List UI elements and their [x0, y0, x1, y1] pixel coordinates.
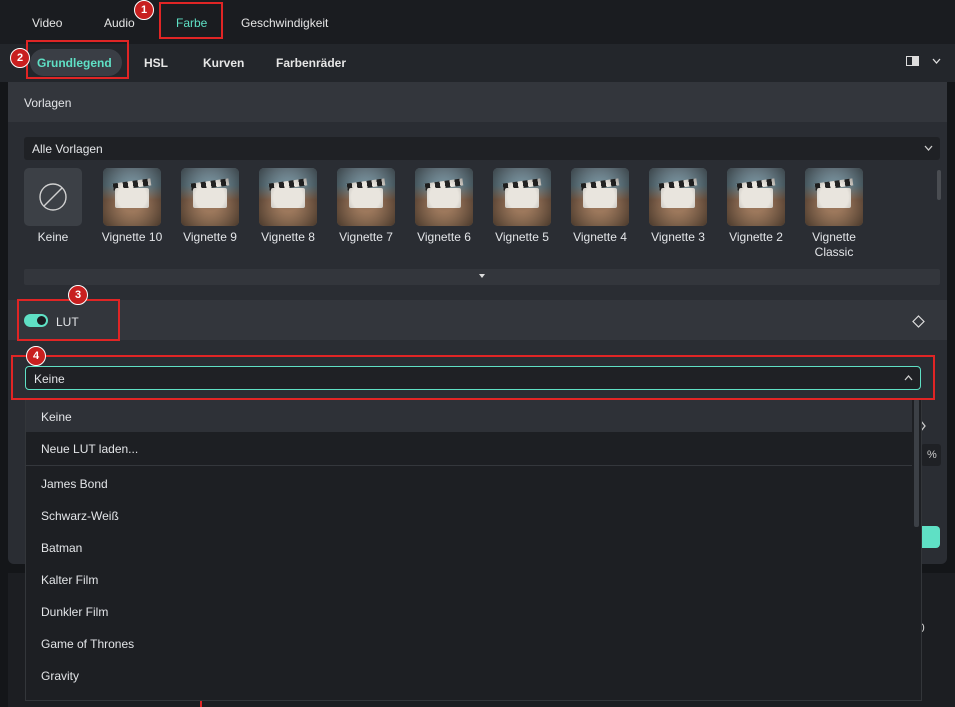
template-item[interactable]: Vignette 2	[726, 168, 786, 245]
subtab-hsl[interactable]: HSL	[144, 56, 168, 70]
lut-option-load[interactable]: Neue LUT laden...	[41, 442, 138, 456]
callout-box-lut-select	[11, 355, 935, 400]
callout-box-grundlegend	[26, 40, 129, 79]
tab-video[interactable]: Video	[32, 16, 62, 30]
vignette-thumbnail	[649, 168, 707, 226]
template-scrollbar[interactable]	[937, 170, 941, 200]
split-view-icon[interactable]	[906, 56, 920, 67]
lut-option[interactable]: James Bond	[41, 477, 108, 491]
no-effect-icon	[24, 168, 82, 226]
template-filter-select[interactable]: Alle Vorlagen	[24, 137, 940, 160]
template-item[interactable]: Vignette 10	[101, 168, 163, 245]
lut-option[interactable]: Game of Thrones	[41, 637, 134, 651]
percent-field[interactable]: %	[921, 444, 941, 466]
percent-label: %	[927, 449, 937, 461]
template-item[interactable]: Vignette Classic	[804, 168, 864, 260]
lut-option[interactable]: Schwarz-Weiß	[41, 509, 119, 523]
template-label: Keine	[37, 230, 69, 244]
vignette-thumbnail	[181, 168, 239, 226]
vignette-thumbnail	[415, 168, 473, 226]
template-item[interactable]: Vignette 4	[570, 168, 630, 245]
triangle-down-icon	[479, 274, 485, 278]
vignette-thumbnail	[103, 168, 161, 226]
vignette-thumbnail	[259, 168, 317, 226]
template-label: Vignette 6	[417, 230, 471, 244]
vignette-thumbnail	[337, 168, 395, 226]
tab-geschwindigkeit[interactable]: Geschwindigkeit	[241, 16, 328, 30]
template-item[interactable]: Vignette 9	[180, 168, 240, 245]
vorlagen-title: Vorlagen	[24, 96, 72, 110]
expand-templates-bar[interactable]	[24, 269, 940, 285]
lut-options: Keine Neue LUT laden... James Bond Schwa…	[25, 399, 920, 699]
template-label: Vignette 2	[729, 230, 783, 244]
vorlagen-header: Vorlagen	[8, 82, 947, 122]
vignette-thumbnail	[493, 168, 551, 226]
callout-badge: 2	[10, 48, 30, 68]
template-label-line2: Classic	[814, 245, 854, 259]
vignette-thumbnail	[727, 168, 785, 226]
template-label-line1: Vignette	[812, 230, 856, 244]
template-label: Vignette 5	[495, 230, 549, 244]
tab-audio[interactable]: Audio	[104, 16, 135, 30]
apply-button[interactable]	[920, 526, 940, 548]
template-item[interactable]: Keine	[23, 168, 83, 245]
template-label: Vignette 7	[339, 230, 393, 244]
callout-box-lut	[17, 299, 120, 341]
subtab-kurven[interactable]: Kurven	[203, 56, 244, 70]
subtab-farbenraeder[interactable]: Farbenräder	[276, 56, 346, 70]
template-label: Vignette 9	[183, 230, 237, 244]
template-label: Vignette 10	[101, 230, 163, 244]
callout-badge: 3	[68, 285, 88, 305]
template-filter-value: Alle Vorlagen	[32, 142, 103, 156]
vignette-thumbnail	[571, 168, 629, 226]
keyframe-diamond-icon[interactable]	[912, 315, 925, 328]
vignette-thumbnail	[805, 168, 863, 226]
template-label: Vignette 4	[573, 230, 627, 244]
template-item[interactable]: Vignette 5	[492, 168, 552, 245]
lut-option[interactable]: Gravity	[41, 669, 79, 683]
template-item[interactable]: Vignette 3	[648, 168, 708, 245]
lut-option[interactable]: Kalter Film	[41, 573, 98, 587]
template-label: Vignette 8	[261, 230, 315, 244]
callout-box-farbe	[159, 2, 223, 39]
chevron-down-icon[interactable]	[932, 58, 941, 65]
callout-badge: 4	[26, 346, 46, 366]
template-label: Vignette Classic	[804, 230, 864, 260]
template-label: Vignette 3	[651, 230, 705, 244]
lut-section-header	[8, 300, 947, 340]
callout-badge: 1	[134, 0, 154, 20]
template-item[interactable]: Vignette 6	[414, 168, 474, 245]
chevron-down-icon	[924, 145, 933, 151]
lut-option[interactable]: Dunkler Film	[41, 605, 108, 619]
template-item[interactable]: Vignette 8	[258, 168, 318, 245]
template-item[interactable]: Vignette 7	[336, 168, 396, 245]
lut-option[interactable]: Batman	[41, 541, 82, 555]
lut-option-keine[interactable]: Keine	[41, 410, 72, 424]
